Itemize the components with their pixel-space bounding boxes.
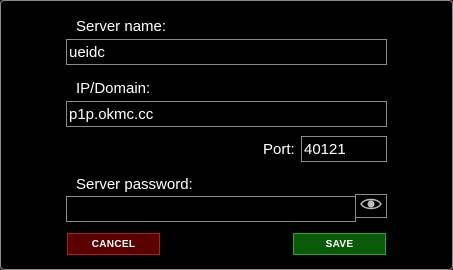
server-name-input[interactable] bbox=[66, 39, 387, 65]
save-button[interactable]: SAVE bbox=[293, 233, 386, 255]
port-input[interactable] bbox=[301, 136, 387, 162]
domain-label: IP/Domain: bbox=[76, 80, 151, 97]
password-input[interactable] bbox=[66, 196, 356, 222]
port-label: Port: bbox=[263, 141, 295, 158]
eye-icon bbox=[360, 197, 382, 216]
password-toggle-button[interactable] bbox=[355, 194, 387, 218]
cancel-button[interactable]: CANCEL bbox=[67, 233, 160, 255]
server-dialog: Server name: IP/Domain: Port: Server pas… bbox=[0, 0, 453, 270]
server-name-label: Server name: bbox=[76, 18, 167, 35]
domain-input[interactable] bbox=[66, 101, 387, 127]
password-label: Server password: bbox=[76, 176, 193, 193]
